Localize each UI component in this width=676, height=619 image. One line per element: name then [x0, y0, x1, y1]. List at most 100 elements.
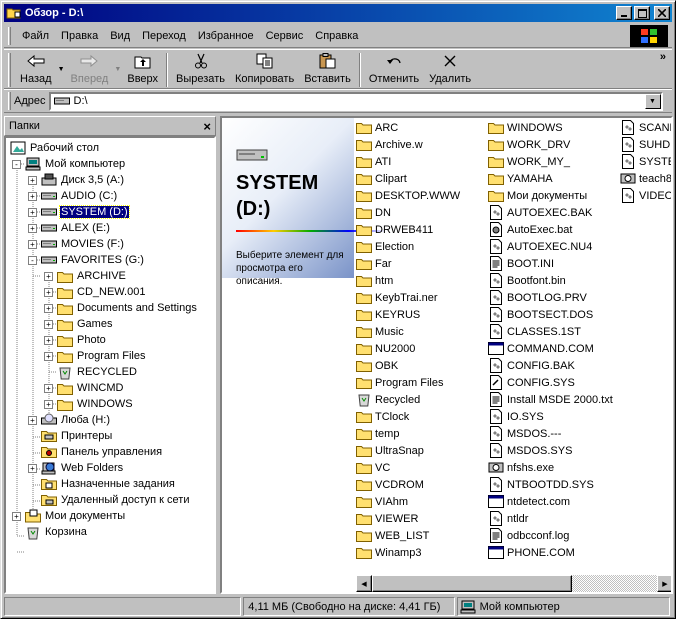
- file-item[interactable]: WINDOWS: [488, 119, 563, 136]
- file-item[interactable]: Far: [356, 255, 392, 272]
- file-item[interactable]: VIDEOI: [620, 187, 671, 204]
- file-item[interactable]: Program Files: [356, 374, 443, 391]
- collapse-icon[interactable]: -: [12, 159, 21, 169]
- tree-node[interactable]: + Мои документы: [12, 508, 126, 524]
- address-grip[interactable]: [8, 92, 11, 110]
- expand-icon[interactable]: +: [28, 207, 37, 217]
- file-item[interactable]: ntdetect.com: [488, 493, 570, 510]
- file-item[interactable]: TClock: [356, 408, 409, 425]
- horizontal-scrollbar[interactable]: ◀ ▶: [356, 575, 671, 592]
- file-item[interactable]: WORK_MY_: [488, 153, 570, 170]
- file-item[interactable]: htm: [356, 272, 393, 289]
- file-item[interactable]: COMMAND.COM: [488, 340, 594, 357]
- file-item[interactable]: IO.SYS: [488, 408, 544, 425]
- file-item[interactable]: Clipart: [356, 170, 407, 187]
- file-item[interactable]: Bootfont.bin: [488, 272, 566, 289]
- file-item[interactable]: SYSTE: [620, 153, 671, 170]
- file-item[interactable]: Winamp3: [356, 544, 421, 561]
- address-dropdown-button[interactable]: ▼: [644, 93, 661, 109]
- file-item[interactable]: MSDOS.---: [488, 425, 561, 442]
- address-input[interactable]: D:\ ▼: [48, 91, 663, 111]
- tree-node[interactable]: + Documents and Settings: [44, 300, 198, 316]
- menu-tools[interactable]: Сервис: [260, 30, 310, 42]
- expand-icon[interactable]: +: [28, 191, 37, 201]
- toolbar-chevron-icon[interactable]: »: [660, 51, 666, 63]
- file-item[interactable]: DESKTOP.WWW: [356, 187, 460, 204]
- tree-node[interactable]: Назначенные задания: [28, 476, 176, 492]
- file-item[interactable]: ATI: [356, 153, 391, 170]
- tree-node[interactable]: + Люба (H:): [28, 412, 111, 428]
- file-item[interactable]: CLASSES.1ST: [488, 323, 581, 340]
- back-dropdown[interactable]: ▼: [57, 50, 66, 88]
- expand-icon[interactable]: +: [12, 511, 21, 521]
- cut-button[interactable]: Вырезать: [171, 50, 230, 88]
- minimize-button[interactable]: [616, 6, 632, 20]
- expand-icon[interactable]: +: [28, 415, 37, 425]
- tree-node[interactable]: + Photo: [44, 332, 107, 348]
- file-item[interactable]: Music: [356, 323, 404, 340]
- scroll-track[interactable]: [372, 575, 657, 592]
- file-item[interactable]: CONFIG.BAK: [488, 357, 575, 374]
- expand-icon[interactable]: +: [28, 175, 37, 185]
- tree-node[interactable]: Рабочий стол: [10, 140, 100, 156]
- file-item[interactable]: AutoExec.bat: [488, 221, 572, 238]
- tree-node[interactable]: + Web Folders: [28, 460, 124, 476]
- menu-grip[interactable]: [8, 26, 11, 45]
- tree-node[interactable]: Удаленный доступ к сети: [28, 492, 190, 508]
- tree-node[interactable]: + WINDOWS: [44, 396, 134, 412]
- forward-dropdown[interactable]: ▼: [113, 50, 122, 88]
- undo-button[interactable]: Отменить: [364, 50, 424, 88]
- copy-button[interactable]: Копировать: [230, 50, 299, 88]
- file-item[interactable]: MSDOS.SYS: [488, 442, 572, 459]
- file-item[interactable]: Archive.w: [356, 136, 423, 153]
- file-item[interactable]: UltraSnap: [356, 442, 424, 459]
- file-item[interactable]: OBK: [356, 357, 398, 374]
- file-item[interactable]: SUHDL: [620, 136, 671, 153]
- scroll-right-button[interactable]: ▶: [657, 575, 671, 592]
- menu-help[interactable]: Справка: [309, 30, 364, 42]
- file-item[interactable]: YAMAHA: [488, 170, 553, 187]
- file-item[interactable]: PHONE.COM: [488, 544, 575, 561]
- expand-icon[interactable]: +: [28, 239, 37, 249]
- file-item[interactable]: AUTOEXEC.NU4: [488, 238, 592, 255]
- file-item[interactable]: odbcconf.log: [488, 527, 569, 544]
- file-item[interactable]: teach8.: [620, 170, 671, 187]
- file-item[interactable]: NTBOOTDD.SYS: [488, 476, 594, 493]
- collapse-icon[interactable]: -: [28, 255, 37, 265]
- file-item[interactable]: CONFIG.SYS: [488, 374, 575, 391]
- file-item[interactable]: DN: [356, 204, 391, 221]
- file-item[interactable]: KeybTrai.ner: [356, 289, 438, 306]
- expand-icon[interactable]: +: [44, 335, 53, 345]
- title-bar[interactable]: Обзор - D:\: [4, 4, 672, 22]
- menu-edit[interactable]: Правка: [55, 30, 104, 42]
- back-button[interactable]: Назад: [15, 50, 57, 88]
- tree-node[interactable]: Принтеры: [28, 428, 113, 444]
- menu-view[interactable]: Вид: [104, 30, 136, 42]
- file-item[interactable]: BOOTSECT.DOS: [488, 306, 593, 323]
- file-item[interactable]: temp: [356, 425, 399, 442]
- expand-icon[interactable]: +: [28, 463, 37, 473]
- tree-node[interactable]: Панель управления: [28, 444, 163, 460]
- expand-icon[interactable]: +: [44, 271, 53, 281]
- expand-icon[interactable]: +: [44, 351, 53, 361]
- tree-node[interactable]: RECYCLED: [44, 364, 138, 380]
- tree-node[interactable]: + WINCMD: [44, 380, 124, 396]
- file-item[interactable]: BOOT.INI: [488, 255, 554, 272]
- tree-node[interactable]: + MOVIES (F:): [28, 236, 125, 252]
- file-item[interactable]: BOOTLOG.PRV: [488, 289, 587, 306]
- file-item[interactable]: ntldr: [488, 510, 528, 527]
- menu-favorites[interactable]: Избранное: [192, 30, 260, 42]
- file-item[interactable]: VIEWER: [356, 510, 418, 527]
- close-button[interactable]: [654, 6, 670, 20]
- expand-icon[interactable]: +: [44, 287, 53, 297]
- file-item[interactable]: VIAhm: [356, 493, 408, 510]
- file-item[interactable]: Install MSDE 2000.txt: [488, 391, 613, 408]
- tree-node[interactable]: + Games: [44, 316, 113, 332]
- up-button[interactable]: Вверх: [122, 50, 163, 88]
- expand-icon[interactable]: +: [28, 223, 37, 233]
- file-item[interactable]: nfshs.exe: [488, 459, 554, 476]
- file-item[interactable]: Мои документы: [488, 187, 587, 204]
- file-item[interactable]: KEYRUS: [356, 306, 420, 323]
- file-item[interactable]: DRWEB411: [356, 221, 433, 238]
- file-item[interactable]: NU2000: [356, 340, 415, 357]
